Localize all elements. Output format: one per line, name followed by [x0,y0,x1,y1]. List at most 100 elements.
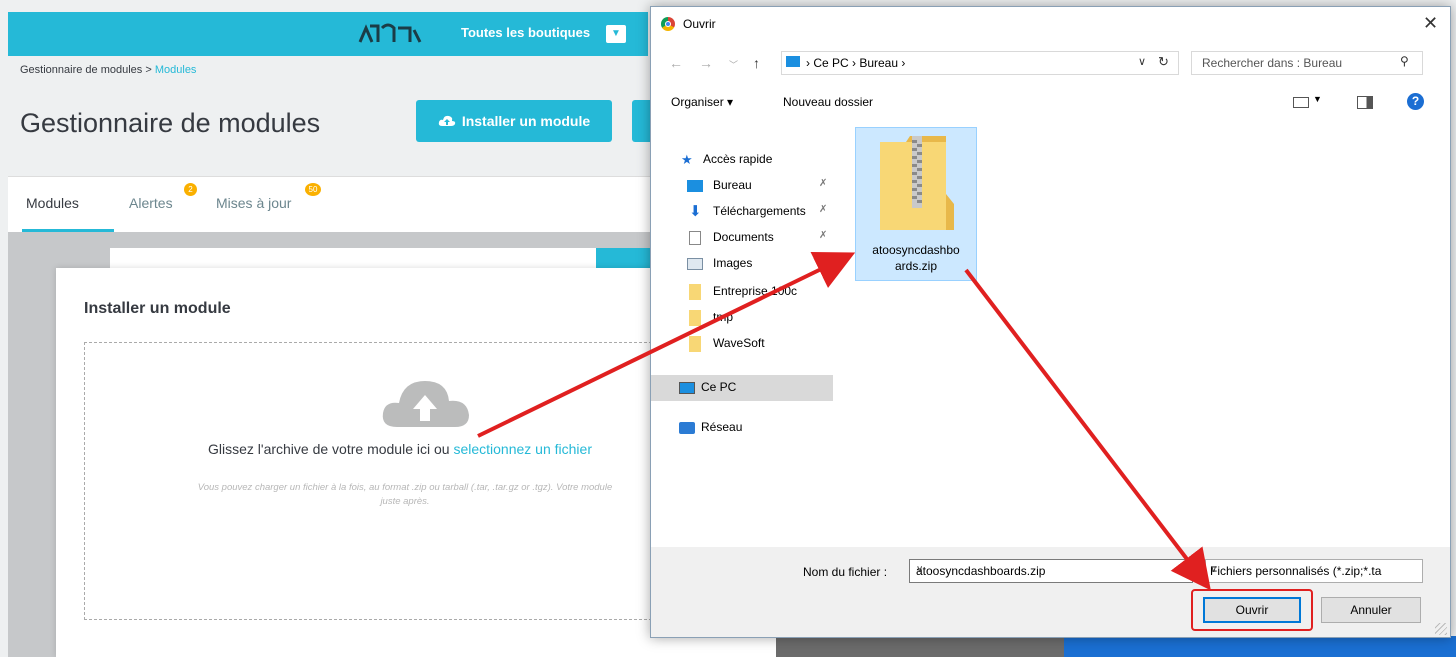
folder-icon [689,284,701,300]
cancel-button[interactable]: Annuler [1321,597,1421,623]
sidebar-item-label: Bureau [713,178,752,192]
back-arrow-icon[interactable]: ← [669,55,683,71]
modal-title: Installer un module [84,300,231,317]
sidebar-item-label: Téléchargements [713,204,806,218]
computer-icon [786,56,800,67]
pin-icon[interactable]: ✗ [819,204,827,215]
breadcrumb: Gestionnaire de modules > Modules [20,64,196,76]
dropzone-text: Glissez l'archive de votre module ici ou [208,441,454,457]
sidebar-item-label: Réseau [701,420,743,434]
refresh-icon[interactable]: ↻ [1158,54,1169,70]
filename-value: atoosyncdashboards.zip [916,564,1046,578]
star-icon: ★ [681,152,693,167]
cloud-upload-icon [382,381,469,427]
sidebar-item-acces-rapide[interactable]: ★ Accès rapide [651,147,833,173]
computer-icon [679,382,695,394]
new-folder-button[interactable]: Nouveau dossier [783,95,873,109]
cloud-upload-icon [438,115,456,126]
sidebar-item-entreprise[interactable]: Entreprise 100c [651,279,833,305]
tab-alertes[interactable]: Alertes [129,195,173,211]
sidebar-item-telechargements[interactable]: ⬇ Téléchargements ✗ [651,199,833,225]
shop-logo-icon [358,23,422,43]
navigation-pane: ★ Accès rapide Bureau ✗ ⬇ Téléchargement… [651,123,833,553]
sidebar-item-label: WaveSoft [713,336,765,350]
install-module-button[interactable]: Installer un module [416,100,612,142]
sidebar-item-label: Ce PC [701,380,737,394]
pin-icon[interactable]: ✗ [819,178,827,189]
open-file-dialog: Ouvrir ✕ ← → ﹀ ↑ › Ce PC › Bureau › ∨ ↻ … [650,6,1451,638]
documents-icon [689,231,701,245]
chevron-down-icon[interactable]: ∨ [916,564,923,575]
resize-grip[interactable] [1435,623,1447,635]
network-icon [679,422,695,434]
open-button[interactable]: Ouvrir [1203,597,1301,623]
chevron-down-icon[interactable]: ∨ [1138,55,1146,68]
breadcrumb-current[interactable]: Modules [155,64,197,76]
chevron-down-icon[interactable]: ▼ [606,25,626,43]
search-placeholder: Rechercher dans : Bureau [1202,56,1343,70]
sidebar-item-documents[interactable]: Documents ✗ [651,225,833,251]
sidebar-item-tmp[interactable]: tmp [651,305,833,331]
tab-modules[interactable]: Modules [26,195,79,211]
module-search-input[interactable] [110,248,650,270]
tab-mises-a-jour[interactable]: Mises à jour [216,195,291,211]
admin-header: Toutes les boutiques ▼ [8,12,648,56]
sidebar-item-label: Accès rapide [703,152,773,166]
file-item-zip[interactable]: atoosyncdashbo ards.zip [855,127,977,281]
forward-arrow-icon[interactable]: → [699,55,713,71]
recent-locations-icon[interactable]: ﹀ [729,58,738,71]
sidebar-item-wavesoft[interactable]: WaveSoft [651,331,833,357]
page-title: Gestionnaire de modules [20,108,321,138]
dialog-titlebar: Ouvrir ✕ [651,7,1450,41]
dropzone-hint: Vous pouvez charger un fichier à la fois… [105,481,705,509]
file-name-line-2: ards.zip [894,259,938,273]
preview-pane-icon[interactable] [1357,96,1373,109]
caret-down-icon[interactable]: ▼ [1313,94,1322,104]
search-button[interactable] [596,248,650,270]
search-icon: ⚲ [1400,54,1409,68]
sidebar-item-label: Entreprise 100c [713,284,798,298]
file-type-value: Fichiers personnalisés (*.zip;*.ta [1210,564,1382,578]
select-file-link[interactable]: selectionnez un fichier [453,441,592,457]
sidebar-item-label: Images [713,256,753,270]
dialog-footer: Nom du fichier : atoosyncdashboards.zip … [651,547,1450,637]
module-tabs: Modules Alertes 2 Mises à jour 50 [8,176,650,233]
sidebar-item-images[interactable]: Images ✗ [651,251,833,277]
dialog-toolbar: Organiser ▾ Nouveau dossier ▼ ? [651,87,1450,117]
address-path: › Ce PC › Bureau › [806,56,906,70]
sidebar-item-reseau[interactable]: Réseau [651,415,833,441]
up-arrow-icon[interactable]: ↑ [753,55,760,71]
file-name-line-1: atoosyncdashbo [872,243,960,257]
breadcrumb-root[interactable]: Gestionnaire de modules [20,64,142,76]
file-list: atoosyncdashbo ards.zip [841,123,1441,553]
dropzone-instructions: Glissez l'archive de votre module ici ou… [85,441,715,457]
hint-line-2: juste après. [380,496,430,507]
dialog-title: Ouvrir [683,17,716,31]
search-input[interactable]: Rechercher dans : Bureau ⚲ [1191,51,1423,75]
shop-selector[interactable]: Toutes les boutiques [461,25,590,40]
pin-icon[interactable]: ✗ [819,230,827,241]
file-type-select[interactable]: Fichiers personnalisés (*.zip;*.ta ∨ [1205,559,1423,583]
download-icon: ⬇ [689,203,702,220]
sidebar-item-label: Documents [713,230,774,244]
chrome-icon [661,17,675,31]
address-bar[interactable]: › Ce PC › Bureau › ∨ ↻ [781,51,1179,75]
alert-count-badge: 2 [184,183,197,196]
navigation-bar: ← → ﹀ ↑ › Ce PC › Bureau › ∨ ↻ Recherche… [651,41,1450,85]
sidebar-item-bureau[interactable]: Bureau ✗ [651,173,833,199]
chevron-down-icon[interactable]: ∨ [1210,564,1217,575]
close-icon[interactable]: ✕ [1423,13,1438,34]
sidebar-item-ce-pc[interactable]: Ce PC [651,375,833,401]
filename-field[interactable]: atoosyncdashboards.zip ∨ [909,559,1193,583]
desktop-folder-icon [687,180,703,192]
secondary-action-button[interactable] [632,100,652,142]
zip-folder-icon [880,136,954,230]
desktop-wallpaper [1064,636,1456,657]
help-icon[interactable]: ? [1407,93,1424,110]
filename-label: Nom du fichier : [803,565,888,579]
view-options-icon[interactable] [1293,97,1309,108]
sidebar-item-label: tmp [713,310,734,324]
organize-menu[interactable]: Organiser ▾ [671,95,733,109]
pin-icon[interactable]: ✗ [819,256,827,267]
breadcrumb-separator: > [145,64,152,76]
